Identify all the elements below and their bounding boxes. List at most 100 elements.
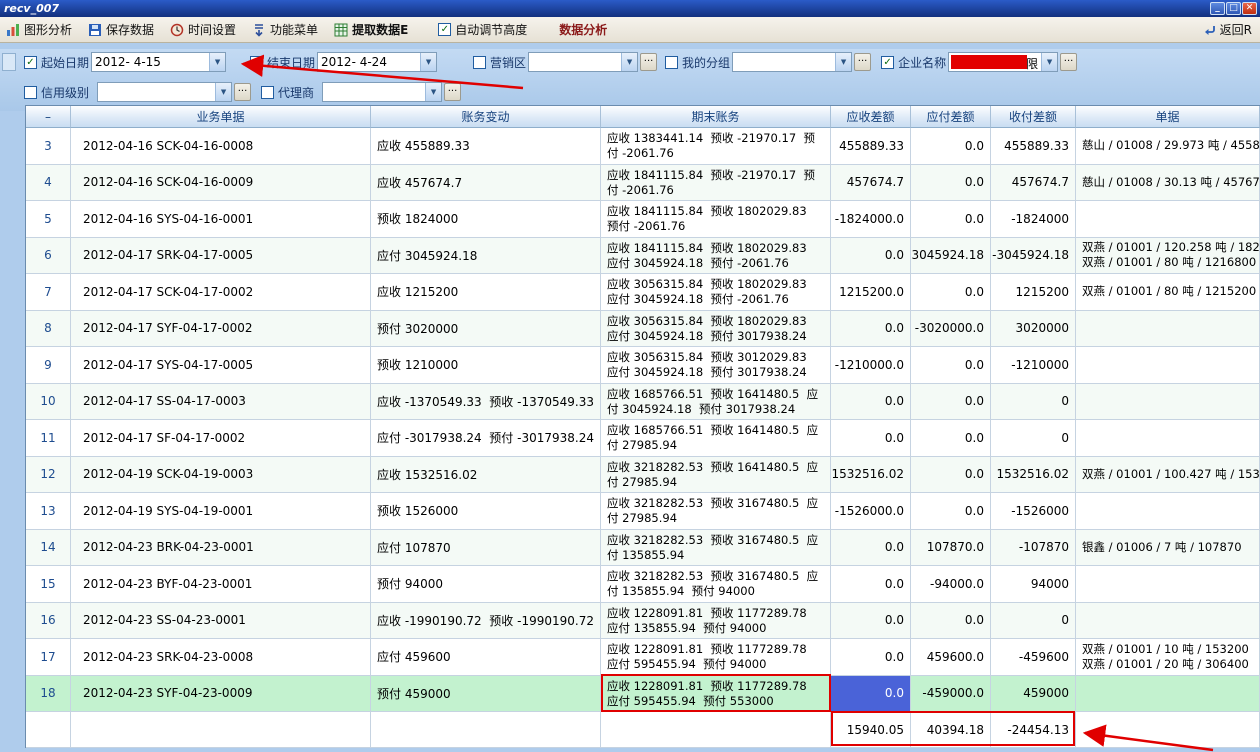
pay-diff-cell[interactable]: 0.0 (911, 384, 991, 421)
pay-diff-cell[interactable]: 0.0 (911, 165, 991, 202)
recv-diff-cell[interactable]: 0.0 (831, 676, 911, 713)
ending-balance-cell[interactable]: 应收 1841115.84 预收 -21970.17 预付 -2061.76 (601, 165, 831, 202)
row-number-cell[interactable]: 5 (26, 201, 71, 238)
doc-cell[interactable]: 2012-04-23 BRK-04-23-0001 (71, 530, 371, 567)
row-number-cell[interactable]: 17 (26, 639, 71, 676)
table-row[interactable]: 62012-04-17 SRK-04-17-0005应付 3045924.18应… (26, 238, 1260, 275)
recv-diff-cell[interactable]: 1215200.0 (831, 274, 911, 311)
detail-cell[interactable]: 双燕 / 01001 / 120.258 吨 / 1829124.18 双燕 /… (1076, 238, 1260, 275)
column-header[interactable]: 账务变动 (371, 106, 601, 128)
net-diff-cell[interactable]: -1210000 (991, 347, 1076, 384)
doc-cell[interactable]: 2012-04-23 BYF-04-23-0001 (71, 566, 371, 603)
table-row[interactable]: 162012-04-23 SS-04-23-0001应收 -1990190.72… (26, 603, 1260, 640)
pay-diff-cell[interactable]: 3045924.18 (911, 238, 991, 275)
column-header[interactable]: 业务单据 (71, 106, 371, 128)
graph-analysis-button[interactable]: 图形分析 (6, 21, 72, 38)
table-row[interactable]: 182012-04-23 SYF-04-23-0009预付 459000应收 1… (26, 676, 1260, 713)
detail-cell[interactable]: 慈山 / 01008 / 30.13 吨 / 457674.7 (1076, 165, 1260, 202)
row-number-cell[interactable]: 16 (26, 603, 71, 640)
table-row[interactable]: 112012-04-17 SF-04-17-0002应付 -3017938.24… (26, 420, 1260, 457)
doc-cell[interactable]: 2012-04-16 SYS-04-16-0001 (71, 201, 371, 238)
row-number-cell[interactable]: 7 (26, 274, 71, 311)
recv-diff-cell[interactable]: -1210000.0 (831, 347, 911, 384)
my-group-checkbox[interactable] (665, 56, 678, 69)
pay-diff-cell[interactable]: 0.0 (911, 420, 991, 457)
recv-diff-cell[interactable]: 0.0 (831, 530, 911, 567)
minimize-button[interactable]: _ (1210, 2, 1225, 15)
pay-diff-cell[interactable]: -459000.0 (911, 676, 991, 713)
change-cell[interactable]: 预付 3020000 (371, 311, 601, 348)
recv-diff-cell[interactable]: 0.0 (831, 566, 911, 603)
ending-balance-cell[interactable]: 应收 1685766.51 预收 1641480.5 应付 3045924.18… (601, 384, 831, 421)
sales-region-combo[interactable]: ▼ (528, 52, 638, 72)
sales-region-more-button[interactable]: ... (640, 53, 657, 71)
ending-balance-cell[interactable]: 应收 1228091.81 预收 1177289.78 应付 135855.94… (601, 603, 831, 640)
ending-balance-cell[interactable]: 应收 1685766.51 预收 1641480.5 应付 27985.94 (601, 420, 831, 457)
net-diff-cell[interactable]: -3045924.18 (991, 238, 1076, 275)
ending-balance-cell[interactable]: 应收 1228091.81 预收 1177289.78 应付 595455.94… (601, 639, 831, 676)
row-number-cell[interactable]: 12 (26, 457, 71, 494)
function-menu-button[interactable]: 功能菜单 (252, 21, 318, 38)
table-row[interactable]: 52012-04-16 SYS-04-16-0001预收 1824000应收 1… (26, 201, 1260, 238)
recv-diff-cell[interactable]: 0.0 (831, 603, 911, 640)
change-cell[interactable]: 应收 455889.33 (371, 128, 601, 165)
row-number-cell[interactable]: 9 (26, 347, 71, 384)
row-number-cell[interactable]: 10 (26, 384, 71, 421)
net-diff-cell[interactable]: 459000 (991, 676, 1076, 713)
detail-cell[interactable] (1076, 420, 1260, 457)
data-analysis-button[interactable]: 数据分析 (559, 21, 607, 38)
pay-diff-cell[interactable]: 0.0 (911, 201, 991, 238)
net-diff-cell[interactable]: -1526000 (991, 493, 1076, 530)
net-diff-cell[interactable]: 1215200 (991, 274, 1076, 311)
detail-cell[interactable]: 双燕 / 01001 / 10 吨 / 153200 双燕 / 01001 / … (1076, 639, 1260, 676)
maximize-button[interactable]: □ (1226, 2, 1241, 15)
table-row[interactable]: 152012-04-23 BYF-04-23-0001预付 94000应收 32… (26, 566, 1260, 603)
chevron-down-icon[interactable]: ▼ (209, 53, 225, 71)
doc-cell[interactable]: 2012-04-19 SYS-04-19-0001 (71, 493, 371, 530)
net-diff-cell[interactable]: 0 (991, 420, 1076, 457)
change-cell[interactable]: 应付 459600 (371, 639, 601, 676)
chevron-down-icon[interactable]: ▼ (425, 83, 441, 101)
extract-data-button[interactable]: 提取数据E (334, 21, 408, 38)
doc-cell[interactable]: 2012-04-19 SCK-04-19-0003 (71, 457, 371, 494)
chevron-down-icon[interactable]: ▼ (835, 53, 851, 71)
row-number-cell[interactable]: 3 (26, 128, 71, 165)
detail-cell[interactable] (1076, 201, 1260, 238)
recv-diff-cell[interactable]: 0.0 (831, 238, 911, 275)
change-cell[interactable]: 应收 1215200 (371, 274, 601, 311)
credit-level-more-button[interactable]: ... (234, 83, 251, 101)
recv-diff-cell[interactable]: -1824000.0 (831, 201, 911, 238)
doc-cell[interactable]: 2012-04-17 SYF-04-17-0002 (71, 311, 371, 348)
doc-cell[interactable]: 2012-04-17 SF-04-17-0002 (71, 420, 371, 457)
detail-cell[interactable] (1076, 566, 1260, 603)
time-settings-button[interactable]: 时间设置 (170, 21, 236, 38)
table-row[interactable]: 32012-04-16 SCK-04-16-0008应收 455889.33应收… (26, 128, 1260, 165)
change-cell[interactable]: 预收 1210000 (371, 347, 601, 384)
detail-cell[interactable] (1076, 493, 1260, 530)
pay-diff-cell[interactable]: 459600.0 (911, 639, 991, 676)
detail-cell[interactable] (1076, 603, 1260, 640)
doc-cell[interactable]: 2012-04-17 SYS-04-17-0005 (71, 347, 371, 384)
change-cell[interactable]: 预付 94000 (371, 566, 601, 603)
agent-more-button[interactable]: ... (444, 83, 461, 101)
ending-balance-cell[interactable]: 应收 3056315.84 预收 3012029.83 应付 3045924.1… (601, 347, 831, 384)
change-cell[interactable]: 应收 -1990190.72 预收 -1990190.72 (371, 603, 601, 640)
ending-balance-cell[interactable]: 应收 3218282.53 预收 3167480.5 应付 135855.94 (601, 530, 831, 567)
row-number-cell[interactable]: 8 (26, 311, 71, 348)
detail-cell[interactable] (1076, 311, 1260, 348)
ending-balance-cell[interactable]: 应收 1841115.84 预收 1802029.83 应付 3045924.1… (601, 238, 831, 275)
ending-balance-cell[interactable]: 应收 3218282.53 预收 1641480.5 应付 27985.94 (601, 457, 831, 494)
doc-cell[interactable]: 2012-04-16 SCK-04-16-0008 (71, 128, 371, 165)
change-cell[interactable]: 应付 3045924.18 (371, 238, 601, 275)
return-button[interactable]: 返回R (1202, 21, 1252, 38)
net-diff-cell[interactable]: -1824000 (991, 201, 1076, 238)
recv-diff-cell[interactable]: 0.0 (831, 639, 911, 676)
pay-diff-cell[interactable]: -3020000.0 (911, 311, 991, 348)
auto-height-toggle[interactable]: ✓ 自动调节高度 (438, 21, 527, 38)
change-cell[interactable]: 应收 1532516.02 (371, 457, 601, 494)
pay-diff-cell[interactable]: 0.0 (911, 128, 991, 165)
ending-balance-cell[interactable]: 应收 3056315.84 预收 1802029.83 应付 3045924.1… (601, 311, 831, 348)
recv-diff-cell[interactable]: 0.0 (831, 420, 911, 457)
row-number-cell[interactable]: 6 (26, 238, 71, 275)
column-header[interactable]: 应付差额 (911, 106, 991, 128)
